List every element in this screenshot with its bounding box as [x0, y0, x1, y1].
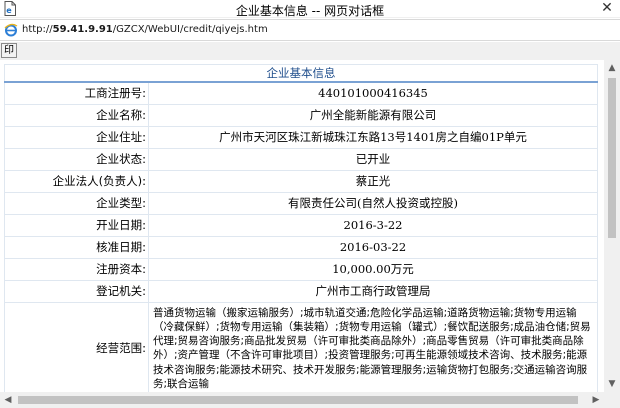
close-icon[interactable]: ✕ — [600, 0, 614, 16]
row-label: 核准日期: — [4, 235, 149, 259]
arrow-left-icon[interactable]: ◀ — [0, 392, 16, 408]
row-label: 登记机关: — [4, 279, 149, 303]
toolbar: 印 — [0, 42, 620, 60]
row-value: 广州市天河区珠江新城珠江东路13号1401房之自编01P单元 — [148, 125, 598, 149]
row-value: 2016-3-22 — [148, 213, 598, 237]
window-title: 企业基本信息 -- 网页对话框 — [235, 4, 385, 18]
row-value: 有限责任公司(自然人投资或控股) — [148, 191, 598, 215]
table-caption-row: 企业基本信息 — [4, 64, 598, 83]
address-url[interactable]: http://59.41.9.91/GZCX/WebUI/credit/qiye… — [22, 24, 268, 35]
content-viewport: 企业基本信息 工商注册号: 440101000416345 企业名称: 广州全能… — [0, 60, 604, 392]
url-scheme: http:// — [22, 24, 53, 35]
ie-logo-icon — [4, 23, 18, 37]
vertical-scrollbar[interactable]: ▲ ▼ — [604, 60, 620, 392]
row-value: 广州市工商行政管理局 — [148, 279, 598, 303]
table-caption: 企业基本信息 — [4, 64, 598, 83]
row-value: 2016-03-22 — [148, 235, 598, 259]
scrollbar-corner — [604, 392, 620, 408]
business-scope-text: 普通货物运输（搬家运输服务）;城市轨道交通;危险化学品运输;道路货物运输;货物专… — [148, 301, 598, 392]
row-value: 蔡正光 — [148, 169, 598, 193]
row-label: 企业类型: — [4, 191, 149, 215]
vertical-scroll-thumb[interactable] — [608, 78, 616, 238]
table-row: 开业日期: 2016-3-22 — [4, 213, 598, 237]
table-row: 注册资本: 10,000.00万元 — [4, 257, 598, 281]
row-label: 注册资本: — [4, 257, 149, 281]
row-label: 企业住址: — [4, 125, 149, 149]
table-row: 企业类型: 有限责任公司(自然人投资或控股) — [4, 191, 598, 215]
row-label: 经营范围: — [4, 301, 149, 392]
address-bar: http://59.41.9.91/GZCX/WebUI/credit/qiye… — [0, 19, 620, 41]
row-label: 企业法人(负责人): — [4, 169, 149, 193]
table-row: 工商注册号: 440101000416345 — [4, 81, 598, 105]
print-button[interactable]: 印 — [1, 43, 17, 58]
url-path: /GZCX/WebUI/credit/qiyejs.htm — [112, 24, 268, 35]
arrow-right-icon[interactable]: ▶ — [588, 392, 604, 408]
row-value: 440101000416345 — [148, 81, 598, 105]
arrow-up-icon[interactable]: ▲ — [604, 60, 620, 76]
row-label: 开业日期: — [4, 213, 149, 237]
company-info-table: 企业基本信息 工商注册号: 440101000416345 企业名称: 广州全能… — [4, 64, 598, 392]
table-row: 企业名称: 广州全能新能源有限公司 — [4, 103, 598, 127]
row-label: 企业状态: — [4, 147, 149, 171]
table-row: 登记机关: 广州市工商行政管理局 — [4, 279, 598, 303]
row-value: 10,000.00万元 — [148, 257, 598, 281]
row-value: 已开业 — [148, 147, 598, 171]
horizontal-scroll-thumb[interactable] — [18, 396, 578, 404]
row-value: 广州全能新能源有限公司 — [148, 103, 598, 127]
table-row: 经营范围: 普通货物运输（搬家运输服务）;城市轨道交通;危险化学品运输;道路货物… — [4, 301, 598, 392]
table-row: 企业法人(负责人): 蔡正光 — [4, 169, 598, 193]
row-label: 工商注册号: — [4, 81, 149, 105]
horizontal-scrollbar[interactable]: ◀ ▶ — [0, 392, 604, 408]
title-bar: e 企业基本信息 -- 网页对话框 ✕ — [0, 0, 620, 18]
table-row: 核准日期: 2016-03-22 — [4, 235, 598, 259]
table-row: 企业状态: 已开业 — [4, 147, 598, 171]
row-label: 企业名称: — [4, 103, 149, 127]
url-host: 59.41.9.91 — [52, 24, 113, 35]
arrow-down-icon[interactable]: ▼ — [604, 376, 620, 392]
table-row: 企业住址: 广州市天河区珠江新城珠江东路13号1401房之自编01P单元 — [4, 125, 598, 149]
